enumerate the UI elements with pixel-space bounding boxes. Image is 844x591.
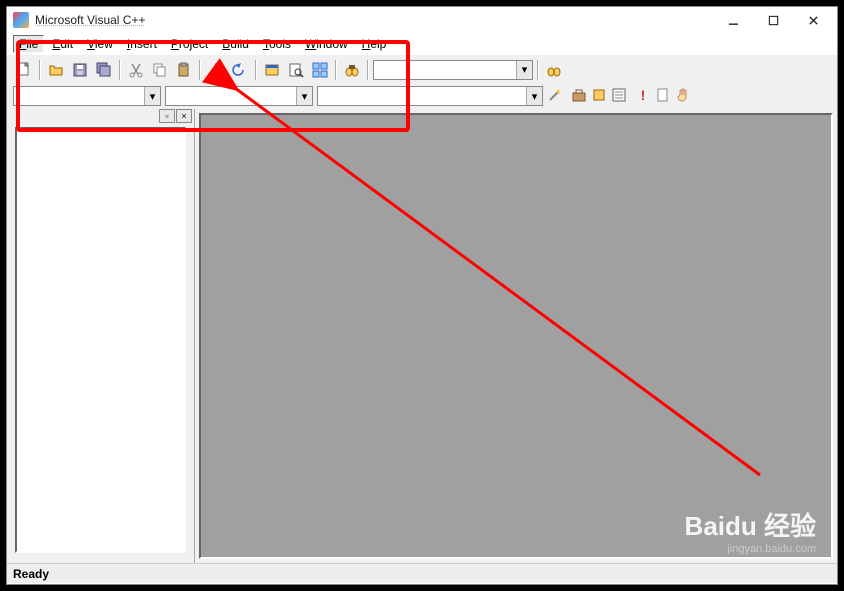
binoculars-icon <box>546 62 562 78</box>
maximize-icon <box>768 15 779 26</box>
hand-button[interactable] <box>675 87 691 106</box>
menu-window[interactable]: Window <box>299 35 354 53</box>
menu-build[interactable]: Build <box>216 35 255 53</box>
properties-button[interactable] <box>611 87 627 106</box>
find-in-files-button[interactable] <box>285 59 307 81</box>
output-icon <box>655 87 671 103</box>
new-file-button[interactable] <box>13 59 35 81</box>
save-all-button[interactable] <box>93 59 115 81</box>
maximize-button[interactable] <box>753 8 793 32</box>
member-combo[interactable]: ▾ <box>165 86 313 106</box>
paste-icon <box>176 62 192 78</box>
app-icon <box>13 12 29 28</box>
toolbox-button[interactable] <box>571 87 587 106</box>
redo-button[interactable] <box>229 59 251 81</box>
wizard-toolbar: ▾ ▾ ▾ ! <box>7 83 837 109</box>
statusbar: Ready <box>7 563 837 583</box>
menu-view[interactable]: View <box>81 35 119 53</box>
svg-text:!: ! <box>641 87 646 103</box>
find-combo[interactable]: ▾ <box>373 60 533 80</box>
window-list-icon <box>264 62 280 78</box>
exclaim-button[interactable]: ! <box>635 87 651 106</box>
menu-file[interactable]: File <box>13 35 44 53</box>
wizard-button[interactable] <box>547 87 563 106</box>
chevron-down-icon: ▾ <box>516 61 532 79</box>
close-button[interactable] <box>793 8 833 32</box>
exclaim-icon: ! <box>635 87 651 103</box>
binoculars-icon <box>344 62 360 78</box>
chevron-down-icon: ▾ <box>296 87 312 105</box>
open-button[interactable] <box>45 59 67 81</box>
cut-icon <box>128 62 144 78</box>
output-button[interactable] <box>655 87 671 106</box>
find-in-files-icon <box>288 62 304 78</box>
minimize-icon <box>728 15 739 26</box>
window-list-button[interactable] <box>261 59 283 81</box>
new-file-icon <box>16 62 32 78</box>
wizard-icon <box>547 87 563 103</box>
mdi-client-area <box>199 113 833 559</box>
menu-insert[interactable]: Insert <box>121 35 163 53</box>
app-window: Microsoft Visual C++ File Edit View Inse… <box>6 6 838 585</box>
titlebar: Microsoft Visual C++ <box>7 7 837 33</box>
copy-button[interactable] <box>149 59 171 81</box>
copy-icon <box>152 62 168 78</box>
window-title: Microsoft Visual C++ <box>35 13 713 27</box>
save-button[interactable] <box>69 59 91 81</box>
open-folder-icon <box>48 62 64 78</box>
resource-icon <box>591 87 607 103</box>
save-icon <box>72 62 88 78</box>
standard-toolbar: ▾ <box>7 55 837 83</box>
panel-close-button[interactable]: × <box>176 109 192 123</box>
menu-project[interactable]: Project <box>165 35 214 53</box>
workspace-panel: ▫ × <box>7 109 195 563</box>
save-all-icon <box>96 62 112 78</box>
properties-icon <box>611 87 627 103</box>
search-button[interactable] <box>543 59 565 81</box>
chevron-down-icon: ▾ <box>526 87 542 105</box>
redo-icon <box>232 62 248 78</box>
paste-button[interactable] <box>173 59 195 81</box>
close-icon <box>808 15 819 26</box>
minimize-button[interactable] <box>713 8 753 32</box>
chevron-down-icon: ▾ <box>144 87 160 105</box>
panel-tab-strip: ▫ × <box>7 109 194 127</box>
panel-pin-button[interactable]: ▫ <box>159 109 175 123</box>
toolbox-icon <box>571 87 587 103</box>
tile-windows-button[interactable] <box>309 59 331 81</box>
filter-combo[interactable]: ▾ <box>317 86 543 106</box>
undo-icon <box>208 62 224 78</box>
menu-tools[interactable]: Tools <box>257 35 297 53</box>
workspace: ▫ × <box>7 109 837 563</box>
menubar: File Edit View Insert Project Build Tool… <box>7 33 837 55</box>
undo-button[interactable] <box>205 59 227 81</box>
resource-button[interactable] <box>591 87 607 106</box>
status-text: Ready <box>13 567 49 581</box>
class-combo[interactable]: ▾ <box>13 86 161 106</box>
find-button[interactable] <box>341 59 363 81</box>
menu-help[interactable]: Help <box>356 35 393 53</box>
class-view-tree[interactable] <box>15 127 186 553</box>
menu-edit[interactable]: Edit <box>46 35 79 53</box>
hand-icon <box>675 87 691 103</box>
watermark: Baidu 经验 jingyan.baidu.com <box>685 506 816 555</box>
tile-windows-icon <box>312 62 328 78</box>
cut-button[interactable] <box>125 59 147 81</box>
